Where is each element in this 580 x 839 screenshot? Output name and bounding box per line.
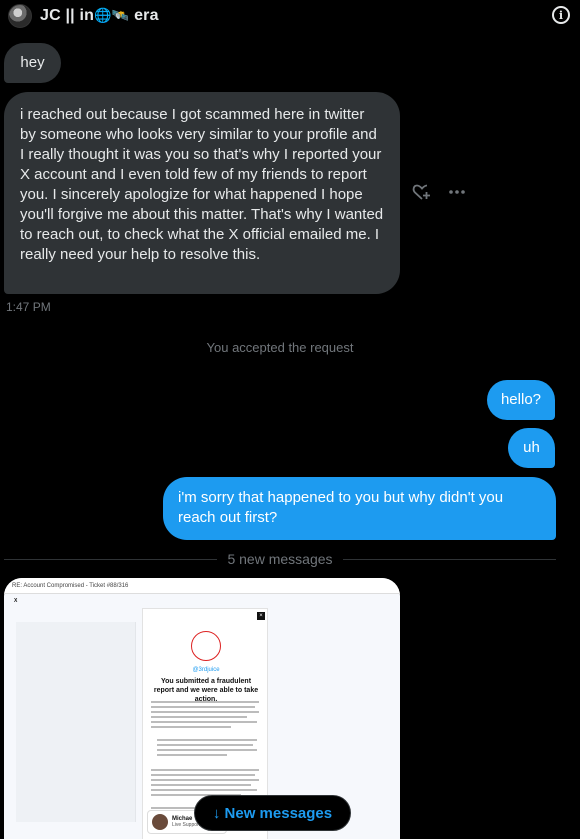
new-messages-divider: 5 new messages (4, 550, 556, 568)
info-icon[interactable]: i (552, 6, 570, 24)
email-text-line (151, 706, 255, 708)
message-text: i reached out because I got scammed here… (20, 106, 384, 263)
divider-label: 5 new messages (227, 551, 333, 567)
message-actions (412, 183, 466, 201)
avatar[interactable] (8, 4, 32, 28)
message-text: i'm sorry that happened to you but why d… (178, 489, 504, 526)
email-text-line (151, 774, 255, 776)
message-bubble-outgoing[interactable]: uh (508, 428, 555, 468)
new-messages-label: ↓ New messages (212, 804, 333, 822)
conversation-title[interactable]: JC || in🌐🛰️ era (40, 7, 159, 25)
message-bubble-incoming[interactable]: hey (4, 43, 61, 83)
email-subject: RE: Account Compromised - Ticket #88/316 (12, 582, 129, 589)
divider-line (342, 558, 556, 560)
message-text: hello? (500, 391, 542, 408)
chip-subtitle: Live Support (172, 822, 201, 828)
message-text: uh (523, 439, 540, 456)
email-text-line (151, 779, 259, 781)
email-text-line (151, 769, 259, 771)
profile-sketch-icon (191, 631, 221, 661)
email-heading: You submitted a fraudulent report and we… (153, 678, 259, 703)
email-handle: @3rdjuice (192, 667, 220, 673)
email-text-line (157, 754, 227, 756)
email-meta: X (4, 594, 400, 608)
email-text-line (151, 701, 259, 703)
email-sender: X (14, 598, 18, 604)
title-prefix: JC || in (40, 7, 95, 24)
email-text-line (157, 749, 257, 751)
globe-icon: 🌐 (94, 7, 112, 23)
conversation-header: JC || in🌐🛰️ era i (0, 0, 580, 32)
email-text-line (151, 726, 231, 728)
jump-to-new-messages-button[interactable]: ↓ New messages (194, 795, 351, 831)
email-text-line (157, 744, 253, 746)
email-side-panel (16, 622, 136, 822)
avatar (152, 814, 168, 830)
email-text-line (151, 716, 247, 718)
add-reaction-icon[interactable] (412, 183, 432, 201)
satellite-icon: 🛰️ (111, 7, 130, 23)
more-options-icon[interactable] (448, 189, 466, 195)
title-suffix: era (134, 7, 159, 24)
email-subject-bar: RE: Account Compromised - Ticket #88/316 (4, 578, 400, 594)
system-notice: You accepted the request (206, 340, 354, 355)
email-text-line (151, 721, 257, 723)
email-text-line (157, 739, 257, 741)
email-text-line (151, 711, 259, 713)
email-text-line (151, 789, 257, 791)
message-bubble-incoming[interactable]: i reached out because I got scammed here… (4, 92, 400, 294)
message-text: hey (20, 54, 45, 71)
divider-line (4, 558, 218, 560)
message-bubble-outgoing[interactable]: i'm sorry that happened to you but why d… (163, 477, 556, 540)
email-text-line (151, 784, 251, 786)
message-bubble-outgoing[interactable]: hello? (487, 380, 555, 420)
message-timestamp: 1:47 PM (6, 300, 51, 314)
close-icon: × (257, 612, 265, 620)
